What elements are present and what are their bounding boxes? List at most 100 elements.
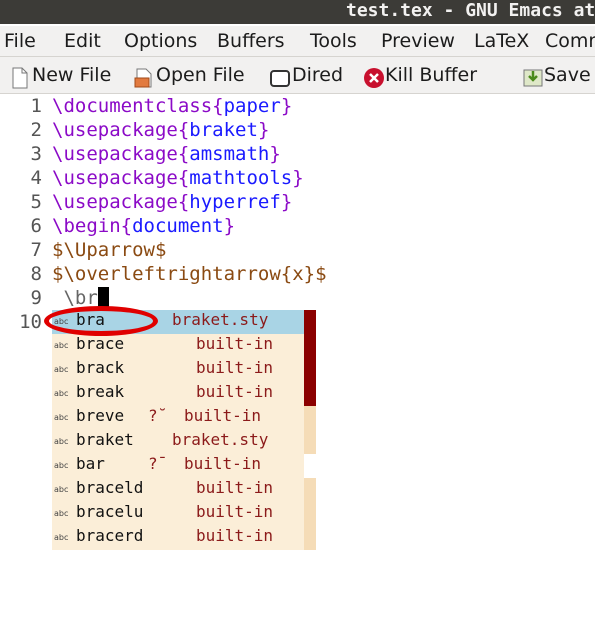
tool-bar: New File Open File Dired Kill Buffer Sav… <box>0 57 595 94</box>
completion-source: built-in <box>196 526 274 545</box>
completion-label: bracelu <box>76 502 144 521</box>
latex-command: \usepackage <box>52 143 178 165</box>
completion-label: brack <box>76 358 125 377</box>
text-type-icon: abc <box>54 533 69 542</box>
latex-argument: document <box>132 215 224 237</box>
line-number: 8 <box>30 263 42 285</box>
completion-label: bra <box>76 310 105 329</box>
latex-argument: amsmath <box>189 143 270 165</box>
code-line: \usepackage{hyperref} <box>52 191 293 213</box>
menu-tools[interactable]: Tools <box>310 26 357 56</box>
latex-argument: mathtools <box>189 167 293 189</box>
new-file-label: New File <box>32 64 112 86</box>
completion-popup: abc bra braket.sty abc brace built-in ab… <box>52 310 316 550</box>
completion-item-selected[interactable]: abc bra braket.sty <box>52 310 316 334</box>
popup-scrollbar[interactable] <box>304 334 316 358</box>
save-label: Save <box>544 64 591 86</box>
completion-item[interactable]: abc bracelu built-in <box>52 502 316 526</box>
window-title: test.tex - GNU Emacs at <box>346 0 595 21</box>
completion-item[interactable]: abc breve ?̆ built-in <box>52 406 316 430</box>
code-line: $\overleftrightarrow{x}$ <box>52 263 327 285</box>
save-button[interactable]: Save <box>522 57 591 93</box>
completion-label: bar <box>76 454 105 473</box>
close-icon <box>363 65 384 88</box>
latex-argument: braket <box>189 119 258 141</box>
new-file-icon <box>10 65 30 89</box>
completion-label: break <box>76 382 125 401</box>
popup-scrollbar[interactable] <box>304 310 316 334</box>
typed-prefix: \br <box>52 287 98 309</box>
text-type-icon: abc <box>54 461 69 470</box>
latex-argument: hyperref <box>189 191 281 213</box>
popup-scrollbar[interactable] <box>304 358 316 382</box>
completion-source: built-in <box>196 502 274 521</box>
popup-scrollbar[interactable] <box>304 502 316 526</box>
completion-item[interactable]: abc brack built-in <box>52 358 316 382</box>
latex-command: \begin <box>52 215 121 237</box>
kill-buffer-label: Kill Buffer <box>385 64 478 86</box>
popup-scrollbar[interactable] <box>304 406 316 430</box>
text-cursor <box>97 287 109 307</box>
menu-options[interactable]: Options <box>124 26 197 56</box>
menu-latex[interactable]: LaTeX <box>474 26 529 56</box>
line-number: 7 <box>30 239 42 261</box>
latex-command: \usepackage <box>52 119 178 141</box>
save-icon <box>522 65 543 87</box>
line-number: 10 <box>19 311 42 333</box>
menu-edit[interactable]: Edit <box>64 26 101 56</box>
line-number: 5 <box>30 191 42 213</box>
menu-buffers[interactable]: Buffers <box>217 26 285 56</box>
popup-scrollbar[interactable] <box>304 454 316 478</box>
line-number: 4 <box>30 167 42 189</box>
code-line: \usepackage{braket} <box>52 119 270 141</box>
code-line: $\Uparrow$ <box>52 239 167 261</box>
popup-scrollbar[interactable] <box>304 526 316 550</box>
latex-command: \documentclass <box>52 95 213 117</box>
code-line-current: \br <box>52 286 109 310</box>
text-type-icon: abc <box>54 317 69 326</box>
line-number: 9 <box>30 287 42 309</box>
popup-scrollbar[interactable] <box>304 478 316 502</box>
line-number: 6 <box>30 215 42 237</box>
completion-source: braket.sty <box>172 430 269 449</box>
menu-file[interactable]: File <box>4 26 36 56</box>
completion-source: built-in <box>196 478 274 497</box>
completion-item[interactable]: abc bar ?̄ built-in <box>52 454 316 478</box>
text-type-icon: abc <box>54 437 69 446</box>
latex-command: \usepackage <box>52 191 178 213</box>
code-line: \usepackage{mathtools} <box>52 167 304 189</box>
completion-item[interactable]: abc braceld built-in <box>52 478 316 502</box>
completion-item[interactable]: abc brace built-in <box>52 334 316 358</box>
line-number: 3 <box>30 143 42 165</box>
completion-annotation: ?̆ <box>148 406 158 425</box>
popup-scrollbar[interactable] <box>304 430 316 454</box>
line-number: 2 <box>30 119 42 141</box>
completion-source: braket.sty <box>172 310 269 329</box>
completion-source: built-in <box>196 382 274 401</box>
completion-label: braket <box>76 430 134 449</box>
menu-preview[interactable]: Preview <box>381 26 455 56</box>
completion-item[interactable]: abc break built-in <box>52 382 316 406</box>
completion-item[interactable]: abc bracerd built-in <box>52 526 316 550</box>
folder-icon <box>270 65 290 87</box>
completion-source: built-in <box>196 334 274 353</box>
text-type-icon: abc <box>54 509 69 518</box>
text-type-icon: abc <box>54 485 69 494</box>
window-titlebar: test.tex - GNU Emacs at <box>0 0 595 24</box>
code-line: \begin{document} <box>52 215 236 237</box>
dired-label: Dired <box>292 64 344 86</box>
completion-annotation: ?̄ <box>148 454 158 473</box>
popup-scrollbar[interactable] <box>304 382 316 406</box>
kill-buffer-button[interactable]: Kill Buffer <box>363 57 477 93</box>
dired-button[interactable]: Dired <box>270 57 343 93</box>
new-file-button[interactable]: New File <box>10 57 111 93</box>
open-file-label: Open File <box>156 64 245 86</box>
open-file-button[interactable]: Open File <box>134 57 245 93</box>
latex-command: \usepackage <box>52 167 178 189</box>
menu-command[interactable]: Comma <box>545 26 595 56</box>
completion-source: built-in <box>184 406 262 425</box>
completion-item[interactable]: abc braket braket.sty <box>52 430 316 454</box>
text-type-icon: abc <box>54 389 69 398</box>
code-line: \documentclass{paper} <box>52 95 293 117</box>
completion-label: braceld <box>76 478 144 497</box>
